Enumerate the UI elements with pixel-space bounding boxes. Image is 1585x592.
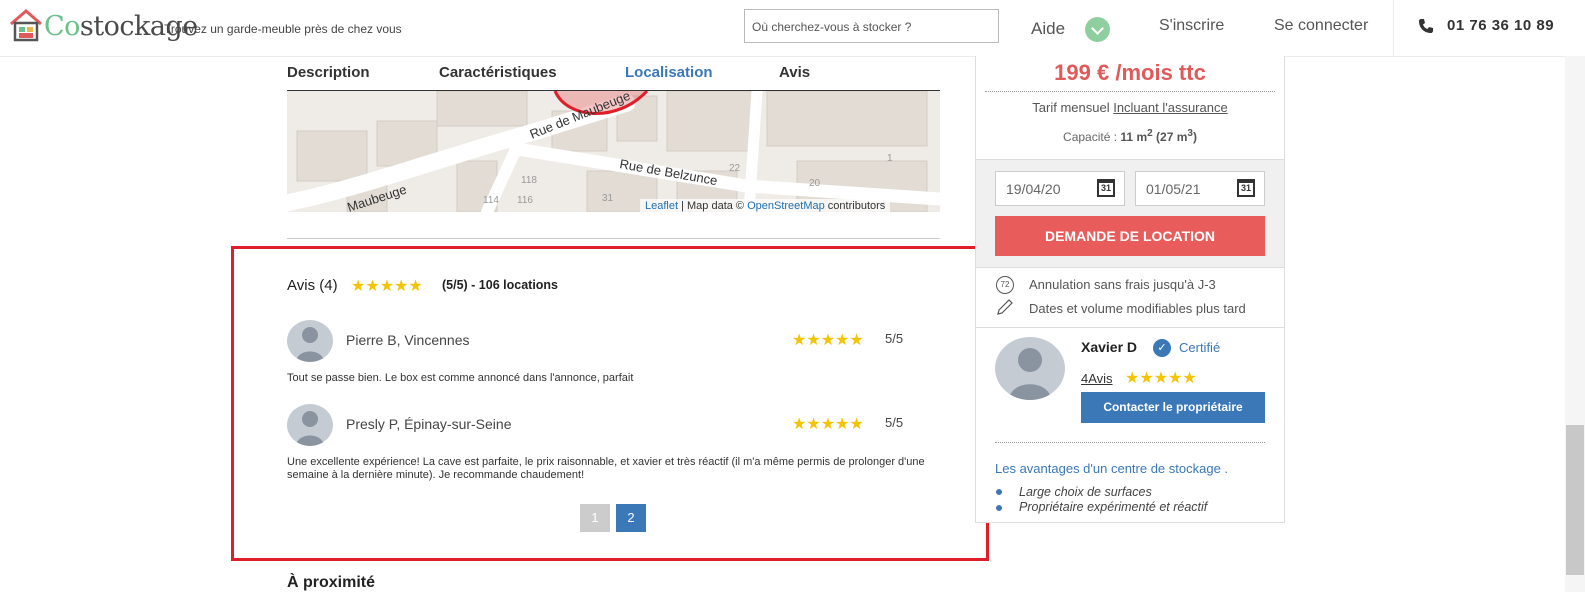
reviewer-name: Pierre B, Vincennes	[346, 332, 470, 348]
map-attribution: Leaflet | Map data © OpenStreetMap contr…	[640, 199, 891, 213]
owner-avatar	[995, 337, 1065, 400]
advantage-item: Large choix de surfaces	[1019, 485, 1152, 499]
certified-check-icon: ✓	[1153, 339, 1171, 357]
feature-cancellation: Annulation sans frais jusqu'à J-3	[1029, 277, 1216, 292]
location-search-input[interactable]: Où cherchez-vous à stocker ?	[744, 9, 999, 43]
bullet-icon	[996, 489, 1002, 495]
highlight-box	[231, 246, 989, 561]
tarif-info: Tarif mensuel Incluant l'assurance	[1032, 100, 1228, 115]
divider	[976, 327, 1284, 328]
help-link[interactable]: Aide	[1031, 19, 1065, 39]
svg-text:22: 22	[729, 163, 741, 174]
svg-text:20: 20	[809, 178, 821, 189]
insurance-link[interactable]: Incluant l'assurance	[1113, 100, 1228, 115]
map-tiles: Rue de Maubeuge Rue de Belzunce Maubeuge…	[287, 91, 940, 212]
location-map[interactable]: Rue de Maubeuge Rue de Belzunce Maubeuge…	[287, 91, 940, 212]
review-score: 5/5	[885, 331, 904, 346]
page-button-2[interactable]: 2	[616, 504, 646, 532]
review-text: Tout se passe bien. Le box est comme ann…	[287, 372, 634, 384]
owner-name: Xavier D	[1081, 339, 1138, 355]
owner-rating-stars: ★★★★★	[1125, 370, 1197, 387]
signup-link[interactable]: S'inscrire	[1159, 17, 1224, 35]
phone-icon	[1419, 19, 1433, 33]
monthly-price: 199 € /mois ttc	[1054, 60, 1206, 85]
bullet-icon	[996, 505, 1002, 511]
advantages-link[interactable]: Les avantages d'un centre de stockage .	[995, 461, 1228, 476]
phone-number[interactable]: 01 76 36 10 89	[1447, 17, 1554, 34]
tagline: Trouvez un garde-meuble près de chez vou…	[164, 22, 402, 36]
review-text: Une excellente expérience! La cave est p…	[287, 456, 925, 481]
svg-text:1: 1	[887, 153, 893, 164]
reviewer-avatar	[287, 320, 333, 362]
review-stars: ★★★★★	[792, 416, 864, 433]
svg-text:116: 116	[517, 195, 533, 206]
tab-caracteristiques[interactable]: Caractéristiques	[439, 64, 557, 81]
leaflet-link[interactable]: Leaflet	[645, 200, 678, 212]
advantage-item: Propriétaire expérimenté et réactif	[1019, 500, 1208, 514]
section-divider	[287, 238, 940, 239]
header-divider	[1393, 0, 1394, 56]
divider	[995, 442, 1265, 443]
divider	[985, 91, 1275, 92]
calendar-icon[interactable]: 31	[1237, 179, 1255, 197]
login-link[interactable]: Se connecter	[1274, 17, 1368, 35]
reviews-title: Avis (4)	[287, 277, 338, 294]
svg-text:114: 114	[483, 195, 499, 206]
rental-request-button[interactable]: DEMANDE DE LOCATION	[995, 216, 1265, 256]
chevron-down-icon[interactable]	[1085, 17, 1110, 42]
page-button-1[interactable]: 1	[580, 504, 610, 532]
tab-localisation[interactable]: Localisation	[625, 64, 713, 81]
tab-avis[interactable]: Avis	[779, 64, 810, 81]
reviewer-name: Presly P, Épinay-sur-Seine	[346, 416, 512, 432]
osm-link[interactable]: OpenStreetMap	[747, 200, 825, 212]
scrollbar-thumb[interactable]	[1566, 425, 1584, 575]
review-stars: ★★★★★	[792, 332, 864, 349]
svg-text:31: 31	[602, 193, 614, 204]
contact-owner-button[interactable]: Contacter le propriétaire	[1081, 392, 1265, 423]
certified-label: Certifié	[1179, 340, 1221, 355]
feature-flexible-dates: Dates et volume modifiables plus tard	[1029, 301, 1246, 316]
tab-description[interactable]: Description	[287, 64, 370, 81]
nearby-section-title: À proximité	[287, 574, 376, 591]
logo-house-icon[interactable]	[9, 8, 43, 42]
reviewer-avatar	[287, 404, 333, 446]
pencil-icon	[997, 299, 1013, 315]
capacity-info: Capacité : 11 m2 (27 m3)	[1063, 128, 1197, 144]
review-score: 5/5	[885, 415, 904, 430]
clock-72-icon: 72	[996, 276, 1014, 294]
reviews-rating-stars: ★★★★★	[351, 278, 423, 295]
svg-text:118: 118	[521, 175, 537, 186]
calendar-icon[interactable]: 31	[1097, 179, 1115, 197]
reviews-summary: (5/5) - 106 locations	[442, 278, 559, 292]
owner-reviews-link[interactable]: 4Avis	[1081, 371, 1113, 386]
